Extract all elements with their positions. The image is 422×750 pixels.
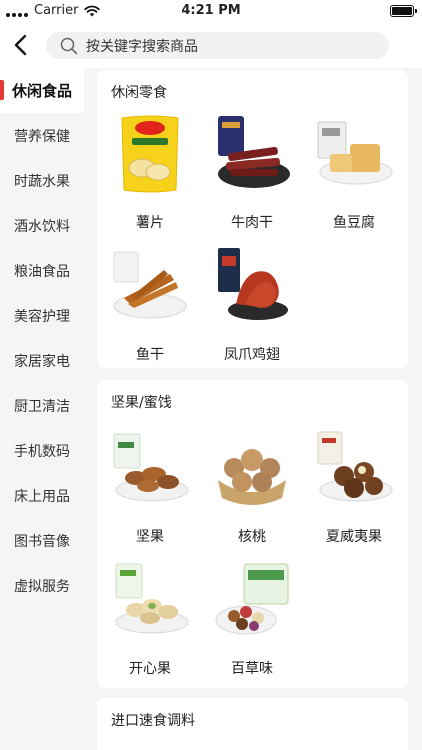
sidebar-item-label: 休闲食品 — [11, 82, 72, 100]
sidebar-item-label: 时蔬水果 — [14, 173, 70, 190]
sidebar-item-vegetables-fruit[interactable]: 时蔬水果 — [0, 158, 84, 203]
dried-fish-icon — [113, 251, 187, 319]
sidebar-item-label: 家居家电 — [14, 353, 70, 370]
battery-icon — [390, 5, 417, 17]
product-item-beef-jerky[interactable]: 牛肉干 — [202, 114, 302, 244]
sidebar-item-beauty[interactable]: 美容护理 — [0, 293, 84, 338]
product-item-dried-fish[interactable]: 鱼干 — [100, 246, 200, 376]
sidebar-item-label: 营养保健 — [14, 128, 70, 145]
section-title: 休闲零食 — [111, 85, 167, 101]
mixed-nuts-icon — [215, 563, 289, 635]
walnut-icon — [218, 449, 286, 505]
beef-jerky-icon — [218, 116, 290, 188]
category-content: 休闲零食 薯片 牛肉干 鱼豆腐 鱼干 凤爪鸡翅 坚果/蜜饯 坚果 核桃 夏威夷果… — [84, 68, 422, 750]
product-item-baicaowei[interactable]: 百草味 — [202, 560, 302, 690]
product-label: 坚果 — [136, 529, 164, 545]
sidebar-item-bedding[interactable]: 床上用品 — [0, 473, 84, 518]
product-item-nuts[interactable]: 坚果 — [100, 428, 200, 558]
chicken-feet-icon — [218, 248, 288, 320]
fish-tofu-icon — [317, 121, 393, 185]
product-label: 鱼豆腐 — [333, 215, 375, 231]
section-imported-food: 进口速食调料 — [97, 698, 408, 750]
sidebar-item-home-appliances[interactable]: 家居家电 — [0, 338, 84, 383]
product-label: 百草味 — [231, 661, 273, 677]
product-label: 薯片 — [136, 215, 164, 231]
search-input[interactable]: 按关键字搜索商品 — [46, 32, 389, 59]
category-sidebar: 休闲食品 营养保健 时蔬水果 酒水饮料 粮油食品 美容护理 家居家电 厨卫清洁 … — [0, 68, 84, 750]
product-label: 核桃 — [238, 529, 266, 545]
status-bar: Carrier 4:21 PM — [0, 0, 422, 22]
back-button[interactable] — [8, 32, 32, 58]
search-placeholder: 按关键字搜索商品 — [86, 38, 198, 55]
sidebar-item-kitchen-cleaning[interactable]: 厨卫清洁 — [0, 383, 84, 428]
sidebar-item-books-media[interactable]: 图书音像 — [0, 518, 84, 563]
product-label: 鱼干 — [136, 347, 164, 363]
sidebar-item-virtual-services[interactable]: 虚拟服务 — [0, 563, 84, 608]
sidebar-item-nutrition[interactable]: 营养保健 — [0, 113, 84, 158]
pecan-icon — [113, 433, 189, 502]
product-item-walnut[interactable]: 核桃 — [202, 428, 302, 558]
sidebar-item-label: 美容护理 — [14, 308, 70, 325]
product-item-chicken-feet[interactable]: 凤爪鸡翅 — [202, 246, 302, 376]
sidebar-item-label: 图书音像 — [14, 533, 70, 550]
product-item-macadamia[interactable]: 夏威夷果 — [304, 428, 404, 558]
sidebar-item-label: 酒水饮料 — [14, 218, 70, 235]
search-icon — [60, 37, 78, 54]
chevron-left-icon — [14, 34, 27, 56]
section-title: 坚果/蜜饯 — [111, 395, 172, 411]
chips-bag-icon — [121, 115, 179, 193]
product-item-fish-tofu[interactable]: 鱼豆腐 — [304, 114, 404, 244]
sidebar-item-label: 虚拟服务 — [14, 578, 70, 595]
section-title: 进口速食调料 — [111, 713, 195, 729]
sidebar-item-drinks[interactable]: 酒水饮料 — [0, 203, 84, 248]
search-bar: 按关键字搜索商品 — [0, 22, 422, 68]
product-item-pistachio[interactable]: 开心果 — [100, 560, 200, 690]
sidebar-item-label: 床上用品 — [14, 488, 70, 505]
macadamia-icon — [317, 431, 393, 502]
product-item-chips[interactable]: 薯片 — [100, 114, 200, 244]
sidebar-item-leisure-food[interactable]: 休闲食品 — [0, 68, 84, 113]
sidebar-item-label: 厨卫清洁 — [14, 398, 70, 415]
sidebar-item-label: 粮油食品 — [14, 263, 70, 280]
product-label: 夏威夷果 — [326, 529, 382, 545]
section-snacks: 休闲零食 薯片 牛肉干 鱼豆腐 鱼干 凤爪鸡翅 — [97, 70, 408, 368]
product-label: 牛肉干 — [231, 215, 273, 231]
sidebar-item-grain-oil[interactable]: 粮油食品 — [0, 248, 84, 293]
section-nuts: 坚果/蜜饯 坚果 核桃 夏威夷果 开心果 百草味 — [97, 380, 408, 688]
sidebar-item-label: 手机数码 — [14, 443, 70, 460]
product-label: 开心果 — [129, 661, 171, 677]
status-time: 4:21 PM — [181, 3, 241, 18]
product-label: 凤爪鸡翅 — [224, 347, 280, 363]
sidebar-item-digital[interactable]: 手机数码 — [0, 428, 84, 473]
pistachio-icon — [115, 563, 189, 634]
